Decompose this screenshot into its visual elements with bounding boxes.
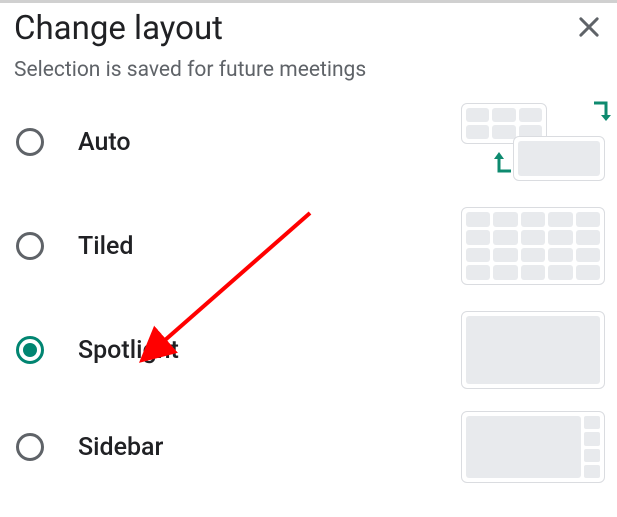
radio-sidebar[interactable] [16,433,44,461]
layout-option-tiled[interactable]: Tiled [10,194,609,298]
dialog-title: Change layout [14,9,223,48]
thumb-auto-icon [461,103,605,181]
label-tiled: Tiled [78,232,133,261]
thumb-sidebar-icon [461,411,605,483]
radio-auto[interactable] [16,128,44,156]
radio-spotlight[interactable] [16,336,44,364]
thumb-spotlight-icon [461,311,605,389]
close-icon [575,13,603,41]
layout-option-sidebar[interactable]: Sidebar [10,402,609,492]
layout-option-auto[interactable]: Auto [10,90,609,194]
close-button[interactable] [575,13,603,41]
dialog-subtitle: Selection is saved for future meetings [0,48,617,90]
label-spotlight: Spotlight [78,336,179,365]
layout-options: Auto [0,90,617,492]
radio-tiled[interactable] [16,232,44,260]
label-sidebar: Sidebar [78,433,163,462]
thumb-tiled-icon [461,207,605,285]
label-auto: Auto [78,128,131,157]
layout-option-spotlight[interactable]: Spotlight [10,298,609,402]
